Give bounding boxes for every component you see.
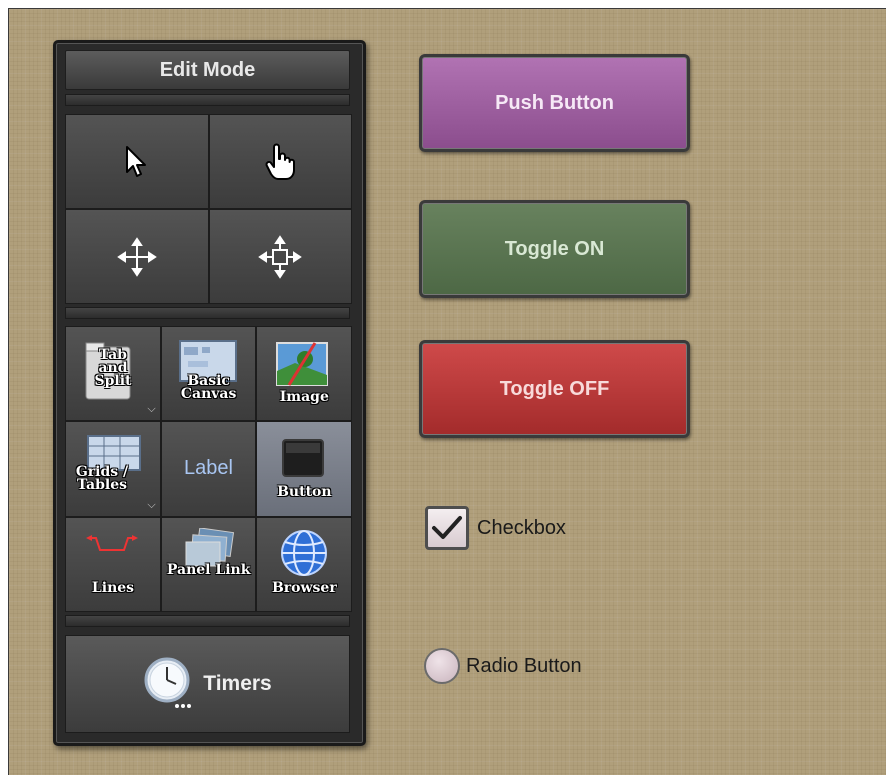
tool-select-arrow[interactable] [66, 115, 208, 208]
push-button[interactable]: Push Button [419, 54, 690, 152]
chevron-down-icon: ⌵ [147, 498, 156, 511]
timers-label: Timers [203, 672, 272, 695]
tab-split-label: Tab and Split [94, 347, 132, 389]
tool-label[interactable]: Label [161, 422, 256, 516]
resize-move-icon [258, 234, 303, 279]
browser-label: Browser [271, 579, 337, 596]
checkbox-widget[interactable]: Checkbox [425, 506, 566, 550]
image-icon [276, 342, 329, 386]
cursor-tools-grid [65, 114, 352, 304]
tool-basic-canvas[interactable]: Basic Canvas [161, 327, 256, 421]
widget-tools-grid: Tab and Split ⌵ Basic Canvas Image Grids… [65, 326, 352, 612]
timers-button[interactable]: Timers [65, 635, 350, 733]
tool-lines[interactable]: Lines [66, 517, 160, 611]
tool-button[interactable]: Button [257, 422, 351, 516]
checkbox[interactable] [425, 506, 469, 550]
edit-mode-title: Edit Mode [159, 58, 256, 81]
arrow-cursor-icon [125, 145, 146, 177]
lines-icon [86, 534, 138, 551]
radio-button[interactable] [424, 648, 460, 684]
toggle-off-label: Toggle OFF [499, 377, 610, 400]
label-tool-text: Label [184, 457, 233, 480]
panel-link-label: Panel Link [166, 561, 251, 578]
tool-panel-link[interactable]: Panel Link [161, 517, 256, 611]
tool-move[interactable] [66, 210, 208, 303]
chevron-down-icon: ⌵ [147, 403, 156, 416]
toggle-off-button[interactable]: Toggle OFF [419, 340, 690, 438]
move-icon [116, 236, 157, 277]
toolbox-panel: Edit Mode Tab and Split ⌵ Basic Canvas I… [53, 40, 366, 746]
basic-canvas-label: Basic Canvas [180, 373, 237, 402]
edit-mode-header: Edit Mode [65, 50, 350, 90]
globe-icon [281, 529, 328, 576]
tool-browser[interactable]: Browser [257, 517, 351, 611]
radio-widget[interactable]: Radio Button [424, 648, 582, 684]
tool-resize-move[interactable] [209, 210, 351, 303]
lines-label: Lines [91, 579, 135, 596]
clock-icon [144, 657, 192, 708]
hand-cursor-icon [265, 143, 296, 180]
checkbox-label: Checkbox [477, 516, 566, 539]
divider [65, 94, 350, 106]
radio-button-label: Radio Button [466, 654, 582, 677]
button-icon [282, 439, 325, 478]
divider [65, 615, 350, 627]
tool-hand-cursor[interactable] [209, 115, 351, 208]
divider [65, 307, 350, 319]
toggle-on-label: Toggle ON [504, 237, 605, 260]
toggle-on-button[interactable]: Toggle ON [419, 200, 690, 298]
tool-grids-tables[interactable]: Grids / Tables ⌵ [66, 422, 160, 516]
button-tool-label: Button [277, 484, 332, 501]
push-button-label: Push Button [495, 91, 614, 114]
image-label: Image [279, 389, 329, 405]
grids-tables-label: Grids / Tables [75, 464, 129, 494]
tool-image[interactable]: Image [257, 327, 351, 421]
checkmark-icon [432, 516, 462, 539]
tool-tab-and-split[interactable]: Tab and Split ⌵ [66, 327, 160, 421]
